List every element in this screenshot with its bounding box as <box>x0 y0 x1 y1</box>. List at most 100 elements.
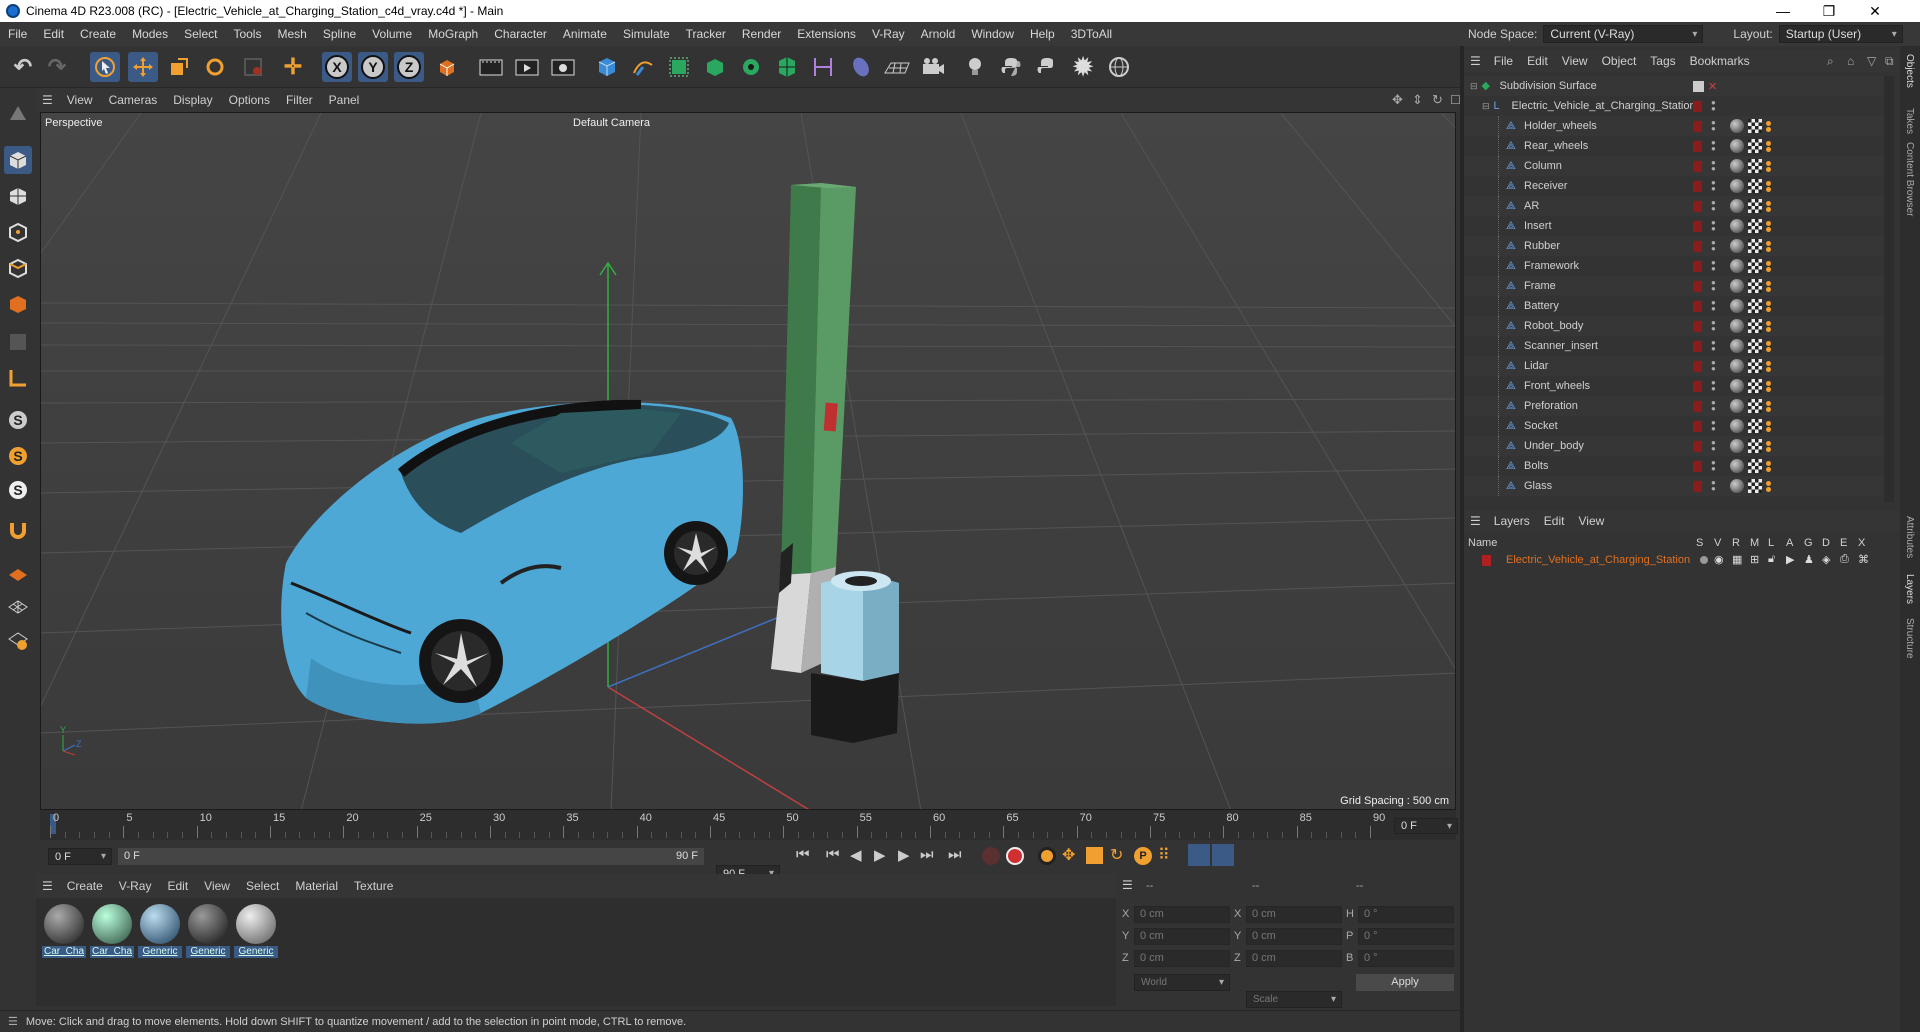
scale-tool-icon[interactable] <box>164 52 194 82</box>
layer-render-clapper-icon[interactable]: ▦ <box>1732 553 1742 566</box>
texture-tag-icon[interactable] <box>1748 399 1762 413</box>
layer-col-deformers[interactable]: D <box>1822 537 1830 549</box>
material-tag-icon[interactable] <box>1730 239 1744 253</box>
deformer-icon[interactable] <box>772 52 802 82</box>
material-menu-texture[interactable]: Texture <box>346 879 401 893</box>
key-pla-icon[interactable]: ⠿ <box>1158 845 1170 865</box>
python-script-icon[interactable] <box>1032 52 1062 82</box>
material-swatch[interactable]: Car_Cha <box>90 902 134 958</box>
collapse-icon[interactable]: ⊟ <box>1482 101 1490 112</box>
size-z-field[interactable]: 0 cm <box>1246 950 1342 967</box>
layer-col-manager[interactable]: M <box>1750 537 1759 549</box>
layer-manager-hamburger-icon[interactable]: ☰ <box>1464 514 1487 528</box>
size-x-field[interactable]: 0 cm <box>1246 906 1342 923</box>
object-row[interactable]: ⟁ Battery ● ● <box>1464 296 1884 316</box>
viewport-hamburger-icon[interactable]: ☰ <box>36 93 59 107</box>
texture-tag-icon[interactable] <box>1748 439 1762 453</box>
go-to-start-icon[interactable]: ⏮ <box>796 846 810 863</box>
tab-layers[interactable]: Layers <box>1904 574 1915 604</box>
object-menu-file[interactable]: File <box>1487 54 1520 68</box>
viewport-menu-panel[interactable]: Panel <box>321 93 368 107</box>
locked-workplane-icon[interactable] <box>4 626 32 654</box>
default-camera-label[interactable]: Default Camera <box>573 117 650 129</box>
texture-tag-icon[interactable] <box>1748 219 1762 233</box>
minimize-button[interactable]: — <box>1760 0 1806 22</box>
autokey-icon[interactable] <box>1006 847 1024 865</box>
object-row[interactable]: ⟁ Rear_wheels ● ● <box>1464 136 1884 156</box>
viewport-menu-view[interactable]: View <box>59 93 101 107</box>
layer-manager-icon[interactable]: ⊞ <box>1750 553 1759 566</box>
vray-tag-icon[interactable] <box>1766 120 1771 126</box>
camera-object-icon[interactable] <box>918 52 948 82</box>
visibility-dots[interactable]: ● ● <box>1711 99 1716 113</box>
visibility-dots[interactable]: ● ● <box>1711 359 1716 373</box>
pos-x-field[interactable]: 0 cm <box>1134 906 1230 923</box>
material-menu-vray[interactable]: V-Ray <box>111 879 160 893</box>
vray-tag-icon[interactable] <box>1766 480 1771 486</box>
material-tag-icon[interactable] <box>1730 339 1744 353</box>
object-row[interactable]: ⟁ Bolts ● ● <box>1464 456 1884 476</box>
material-tag-icon[interactable] <box>1730 319 1744 333</box>
add-object-icon[interactable]: ✛ <box>278 52 308 82</box>
material-menu-edit[interactable]: Edit <box>159 879 196 893</box>
layout-dropdown[interactable]: Startup (User) <box>1778 25 1903 43</box>
vray-tag-icon[interactable] <box>1766 340 1771 346</box>
status-hamburger-icon[interactable]: ☰ <box>0 1015 26 1028</box>
visibility-dots[interactable]: ● ● <box>1711 139 1716 153</box>
axis-mode-icon[interactable] <box>4 364 32 392</box>
key-parameter-icon[interactable]: P <box>1134 847 1152 865</box>
key-scale-icon[interactable] <box>1086 847 1103 864</box>
start-frame-field[interactable]: 0 F <box>48 848 112 865</box>
texture-tag-icon[interactable] <box>1748 379 1762 393</box>
vray-tag-icon[interactable] <box>1766 280 1771 286</box>
visibility-dots[interactable]: ● ● <box>1711 199 1716 213</box>
redo-icon[interactable]: ↷ <box>42 52 72 82</box>
next-key-icon[interactable]: ⏭ <box>920 846 934 863</box>
object-row[interactable]: ⟁ Glass ● ● <box>1464 476 1884 496</box>
rotate-tool-icon[interactable] <box>200 52 230 82</box>
material-tag-icon[interactable] <box>1730 119 1744 133</box>
mograph-cloner-icon[interactable] <box>736 52 766 82</box>
layer-visible-eye-icon[interactable]: ◉ <box>1714 553 1724 566</box>
object-row[interactable]: ⟁ Insert ● ● <box>1464 216 1884 236</box>
menu-mesh[interactable]: Mesh <box>269 27 314 41</box>
layer-col-view[interactable]: V <box>1714 537 1721 549</box>
texture-tag-icon[interactable] <box>1748 139 1762 153</box>
timeline-ruler[interactable]: 0 5 10 15 20 25 30 35 40 45 50 55 60 65 70 75 80 85 90 0 F <box>40 810 1458 840</box>
snap-settings-icon[interactable]: S <box>4 442 32 470</box>
material-tag-icon[interactable] <box>1730 439 1744 453</box>
texture-tag-icon[interactable] <box>1748 259 1762 273</box>
object-search-icon[interactable]: ⌕ <box>1820 54 1841 69</box>
menu-tools[interactable]: Tools <box>225 27 269 41</box>
recent-tool-icon[interactable] <box>238 52 268 82</box>
texture-tag-icon[interactable] <box>1748 359 1762 373</box>
texture-tag-icon[interactable] <box>1748 159 1762 173</box>
snap-icon[interactable]: S <box>4 406 32 434</box>
visibility-dots[interactable]: ● ● <box>1711 219 1716 233</box>
visibility-dots[interactable]: ● ● <box>1711 239 1716 253</box>
menu-tracker[interactable]: Tracker <box>678 27 734 41</box>
texture-tag-icon[interactable] <box>1748 479 1762 493</box>
tab-structure[interactable]: Structure <box>1904 618 1915 659</box>
material-swatch[interactable]: Generic <box>234 902 278 958</box>
object-row[interactable]: ⟁ Front_wheels ● ● <box>1464 376 1884 396</box>
visibility-dots[interactable]: ● ● <box>1711 259 1716 273</box>
y-axis-lock[interactable]: Y <box>358 52 388 82</box>
visibility-dots[interactable]: ● ● <box>1711 299 1716 313</box>
material-tag-icon[interactable] <box>1730 279 1744 293</box>
layer-col-render[interactable]: R <box>1732 537 1740 549</box>
disabled-x-icon[interactable]: ✕ <box>1708 80 1717 93</box>
visibility-dots[interactable]: ● ● <box>1711 179 1716 193</box>
layer-menu-edit[interactable]: Edit <box>1537 514 1572 528</box>
menu-character[interactable]: Character <box>486 27 555 41</box>
pen-spline-icon[interactable] <box>628 52 658 82</box>
material-hamburger-icon[interactable]: ☰ <box>36 879 59 893</box>
coordinate-system-icon[interactable] <box>432 52 462 82</box>
material-tag-icon[interactable] <box>1730 459 1744 473</box>
key-rotation-icon[interactable]: ↻ <box>1110 845 1123 865</box>
menu-render[interactable]: Render <box>734 27 789 41</box>
visibility-dots[interactable]: ● ● <box>1711 479 1716 493</box>
rot-h-field[interactable]: 0 ° <box>1358 906 1454 923</box>
layer-menu-layers[interactable]: Layers <box>1487 514 1537 528</box>
coordinates-hamburger-icon[interactable]: ☰ <box>1122 878 1133 892</box>
